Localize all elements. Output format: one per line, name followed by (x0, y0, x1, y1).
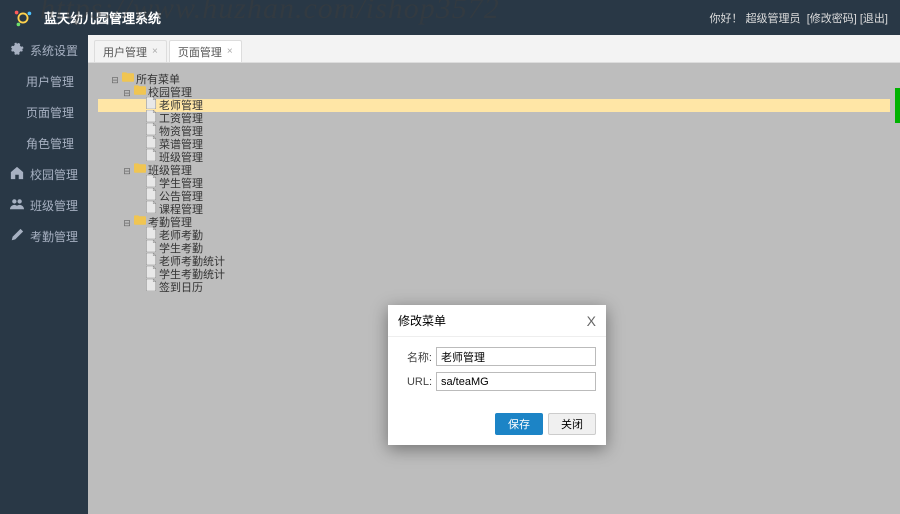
sidebar-item-5[interactable]: 班级管理 (0, 190, 88, 221)
dialog-body: 名称: URL: (388, 337, 606, 407)
tree-node-3[interactable]: 工资管理 (98, 112, 890, 125)
name-field-row: 名称: (398, 347, 596, 366)
file-icon (146, 279, 157, 297)
users-icon (10, 197, 24, 214)
name-label: 名称: (398, 349, 432, 365)
toggle-spacer (134, 179, 144, 189)
sidebar-item-3[interactable]: 角色管理 (0, 128, 88, 159)
dialog-footer: 保存 关闭 (388, 407, 606, 445)
main-area: 用户管理 × 页面管理 × ⊟所有菜单⊟校园管理老师管理工资管理物资管理菜谱管理班级管… (88, 35, 900, 514)
tree-node-11[interactable]: ⊟考勤管理 (98, 216, 890, 229)
tree-node-10[interactable]: 课程管理 (98, 203, 890, 216)
tab-bar: 用户管理 × 页面管理 × (88, 35, 900, 63)
save-button[interactable]: 保存 (495, 413, 543, 435)
tab-0[interactable]: 用户管理 × (94, 40, 167, 62)
folder-icon (134, 84, 146, 102)
app-title: 蓝天幼儿园管理系统 (44, 8, 161, 27)
pencil-icon (10, 228, 24, 245)
toggle-spacer (134, 270, 144, 280)
sidebar-item-label: 系统设置 (30, 42, 78, 59)
scrollbar-indicator (895, 88, 900, 123)
logo-icon (12, 7, 34, 29)
edit-menu-dialog: 修改菜单 X 名称: URL: 保存 关闭 (388, 305, 606, 445)
sidebar-item-label: 页面管理 (26, 104, 74, 121)
header-right: 你好！ 超级管理员 [修改密码] [退出] (710, 10, 889, 26)
tree-node-15[interactable]: 学生考勤统计 (98, 268, 890, 281)
dialog-title: 修改菜单 (398, 312, 446, 329)
sidebar-item-6[interactable]: 考勤管理 (0, 221, 88, 252)
home-icon (10, 166, 24, 183)
app-header: 蓝天幼儿园管理系统 你好！ 超级管理员 [修改密码] [退出] (0, 0, 900, 35)
folder-icon (134, 162, 146, 180)
toggle-spacer (134, 101, 144, 111)
sidebar-item-0[interactable]: 系统设置 (0, 35, 88, 66)
url-label: URL: (398, 376, 432, 388)
content-panel: ⊟所有菜单⊟校园管理老师管理工资管理物资管理菜谱管理班级管理⊟班级管理学生管理公… (88, 63, 900, 514)
tree-node-label: 签到日历 (159, 279, 203, 297)
tab-label: 页面管理 (178, 44, 222, 60)
tree-node-8[interactable]: 学生管理 (98, 177, 890, 190)
tab-1[interactable]: 页面管理 × (169, 40, 242, 62)
name-input[interactable] (436, 347, 596, 366)
tree-node-7[interactable]: ⊟班级管理 (98, 164, 890, 177)
sidebar-item-label: 用户管理 (26, 73, 74, 90)
url-field-row: URL: (398, 372, 596, 391)
toggle-icon[interactable]: ⊟ (122, 88, 132, 98)
toggle-spacer (134, 127, 144, 137)
toggle-icon[interactable]: ⊟ (122, 218, 132, 228)
change-password-link[interactable]: [修改密码] (807, 13, 857, 25)
close-icon[interactable]: X (587, 313, 596, 329)
sidebar-item-label: 校园管理 (30, 166, 78, 183)
tree-node-1[interactable]: ⊟校园管理 (98, 86, 890, 99)
tab-close-icon[interactable]: × (227, 46, 233, 57)
sidebar: 系统设置用户管理页面管理角色管理校园管理班级管理考勤管理 (0, 35, 88, 514)
header-left: 蓝天幼儿园管理系统 (12, 7, 161, 29)
tab-close-icon[interactable]: × (152, 46, 158, 57)
toggle-icon[interactable]: ⊟ (122, 166, 132, 176)
greeting-text: 你好！ (710, 13, 743, 25)
sidebar-item-label: 角色管理 (26, 135, 74, 152)
tree-node-2[interactable]: 老师管理 (98, 99, 890, 112)
tree-node-4[interactable]: 物资管理 (98, 125, 890, 138)
tree-node-0[interactable]: ⊟所有菜单 (98, 73, 890, 86)
toggle-spacer (134, 244, 144, 254)
tab-label: 用户管理 (103, 44, 147, 60)
menu-tree: ⊟所有菜单⊟校园管理老师管理工资管理物资管理菜谱管理班级管理⊟班级管理学生管理公… (98, 73, 890, 294)
sidebar-item-2[interactable]: 页面管理 (0, 97, 88, 128)
toggle-spacer (134, 257, 144, 267)
toggle-spacer (134, 283, 144, 293)
toggle-spacer (134, 192, 144, 202)
tree-node-9[interactable]: 公告管理 (98, 190, 890, 203)
toggle-spacer (134, 231, 144, 241)
folder-icon (134, 214, 146, 232)
tree-node-5[interactable]: 菜谱管理 (98, 138, 890, 151)
close-button[interactable]: 关闭 (548, 413, 596, 435)
gear-icon (10, 42, 24, 59)
logout-link[interactable]: [退出] (860, 13, 888, 25)
tree-node-12[interactable]: 老师考勤 (98, 229, 890, 242)
user-name: 超级管理员 (746, 13, 801, 25)
url-input[interactable] (436, 372, 596, 391)
toggle-spacer (134, 140, 144, 150)
sidebar-item-4[interactable]: 校园管理 (0, 159, 88, 190)
dialog-header: 修改菜单 X (388, 305, 606, 337)
sidebar-item-1[interactable]: 用户管理 (0, 66, 88, 97)
tree-node-6[interactable]: 班级管理 (98, 151, 890, 164)
toggle-icon[interactable]: ⊟ (110, 75, 120, 85)
sidebar-item-label: 班级管理 (30, 197, 78, 214)
toggle-spacer (134, 114, 144, 124)
sidebar-item-label: 考勤管理 (30, 228, 78, 245)
